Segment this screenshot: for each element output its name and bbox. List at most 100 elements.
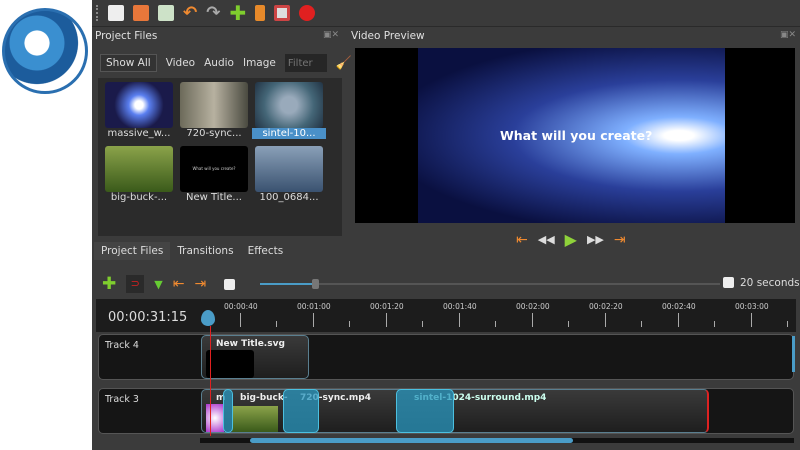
panel-float-close-icons[interactable]: ▣✕: [323, 30, 339, 40]
clip-thumbnail: [206, 404, 224, 432]
track-3: Track 3 m big-buck- 720-sync.mp4 sintel-…: [98, 388, 794, 434]
file-label: 100_0684...: [259, 192, 319, 203]
timeline-toolbar: ✚ ⊃ ▼ ⇤ ⇥: [102, 274, 236, 294]
open-project-icon[interactable]: [133, 5, 149, 21]
preview-overlay-text: What will you create?: [500, 128, 653, 143]
file-label: 720-sync...: [186, 128, 242, 139]
ruler-tick: [276, 321, 277, 327]
play-icon[interactable]: ▶: [565, 230, 577, 249]
zoom-slider[interactable]: [260, 279, 720, 289]
ruler-tick: [240, 313, 241, 327]
current-time: 00:00:31:15: [108, 310, 188, 325]
jump-start-icon[interactable]: ⇤: [516, 232, 528, 248]
clear-filter-broom-icon[interactable]: 🧹: [336, 56, 352, 71]
toolbar-grip[interactable]: [96, 5, 99, 21]
ruler-tick: [605, 313, 606, 327]
ruler-label: 00:00:40: [224, 302, 258, 311]
filter-audio[interactable]: Audio: [204, 57, 234, 69]
video-frame: What will you create?: [418, 48, 725, 223]
playhead-line: [210, 326, 211, 436]
tab-project-files[interactable]: Project Files: [94, 242, 171, 260]
file-thumbnail: [105, 146, 173, 192]
ruler-tick: [714, 321, 715, 327]
file-item[interactable]: What will you create? New Title...: [177, 146, 251, 203]
panel-title-project-files: Project Files: [95, 30, 158, 42]
horizontal-scrollbar[interactable]: [200, 438, 794, 443]
transition[interactable]: [396, 389, 454, 433]
ruler-label: 00:02:40: [662, 302, 696, 311]
file-thumbnail: [105, 82, 173, 128]
tab-effects[interactable]: Effects: [241, 242, 291, 260]
file-label: sintel-10...: [252, 128, 326, 139]
fast-forward-icon[interactable]: ▶▶: [587, 233, 604, 246]
track-name: Track 4: [105, 340, 139, 351]
file-thumbnail: What will you create?: [180, 146, 248, 192]
file-item[interactable]: massive_w...: [102, 82, 176, 139]
ruler-tick: [422, 321, 423, 327]
ruler-tick: [787, 321, 788, 327]
ruler-label: 00:02:00: [516, 302, 550, 311]
undo-icon[interactable]: ↶: [183, 3, 197, 23]
clip-label: New Title.svg: [216, 339, 285, 349]
clip-group[interactable]: m big-buck- 720-sync.mp4 sintel-1024-sur…: [201, 389, 709, 433]
files-grid: massive_w... 720-sync... sintel-10... bi…: [98, 78, 342, 236]
snap-magnet-icon[interactable]: ⊃: [126, 275, 145, 293]
file-item[interactable]: big-buck-...: [102, 146, 176, 203]
jump-end-icon[interactable]: ⇥: [614, 232, 626, 248]
filter-show-all[interactable]: Show All: [100, 54, 157, 72]
add-marker-icon[interactable]: ▼: [154, 278, 162, 291]
add-track-icon[interactable]: ✚: [102, 274, 116, 294]
playback-controls: ⇤ ◀◀ ▶ ▶▶ ⇥: [516, 230, 626, 249]
tab-transitions[interactable]: Transitions: [170, 242, 240, 260]
file-item-selected[interactable]: sintel-10...: [252, 82, 326, 139]
openshot-window: ↶ ↷ ✚ Project Files ▣✕ Show All Video Au…: [92, 0, 800, 450]
filter-input[interactable]: [284, 54, 327, 72]
filter-video[interactable]: Video: [166, 57, 195, 69]
openshot-logo: [2, 8, 88, 94]
previous-marker-icon[interactable]: ⇤: [173, 276, 185, 292]
panel-float-close-icons[interactable]: ▣✕: [780, 30, 796, 40]
file-label: big-buck-...: [110, 192, 168, 203]
rewind-icon[interactable]: ◀◀: [538, 233, 555, 246]
ruler-label: 00:03:00: [735, 302, 769, 311]
choose-profile-icon[interactable]: [255, 5, 266, 21]
fullscreen-icon[interactable]: [274, 5, 291, 21]
zoom-in-icon[interactable]: [723, 277, 734, 288]
save-project-icon[interactable]: [158, 5, 174, 21]
zoom-slider-handle[interactable]: [312, 279, 320, 289]
ruler-label: 00:01:20: [370, 302, 404, 311]
horizontal-scrollbar-thumb[interactable]: [250, 438, 573, 443]
clip-thumbnail: [206, 350, 254, 378]
video-preview-area: What will you create?: [355, 48, 795, 223]
ruler-label: 00:01:40: [443, 302, 477, 311]
ruler-tick: [532, 313, 533, 327]
redo-icon[interactable]: ↷: [206, 3, 220, 23]
bottom-tabs: Project Files Transitions Effects: [94, 242, 290, 260]
clip-label: big-buck-: [240, 393, 288, 403]
playhead-handle[interactable]: [201, 310, 215, 326]
ruler-tick: [349, 321, 350, 327]
zoom-scale-label: 20 seconds: [740, 277, 800, 289]
ruler-label: 00:01:00: [297, 302, 331, 311]
next-marker-icon[interactable]: ⇥: [194, 276, 206, 292]
main-toolbar: ↶ ↷ ✚: [92, 0, 800, 27]
transition[interactable]: [283, 389, 319, 433]
clip-new-title[interactable]: New Title.svg: [201, 335, 309, 379]
file-thumbnail: [180, 82, 248, 128]
file-label: massive_w...: [107, 128, 171, 139]
import-files-icon[interactable]: ✚: [230, 1, 247, 25]
file-item[interactable]: 100_0684...: [252, 146, 326, 203]
zoom-slider-fill: [260, 283, 316, 285]
transition[interactable]: [223, 389, 233, 433]
zoom-out-icon[interactable]: [224, 278, 236, 290]
export-video-icon[interactable]: [299, 5, 316, 21]
panel-title-video-preview: Video Preview: [351, 30, 425, 42]
ruler-tick: [459, 313, 460, 327]
filter-image[interactable]: Image: [243, 57, 276, 69]
ruler-label: 00:02:20: [589, 302, 623, 311]
vertical-scrollbar[interactable]: [792, 336, 795, 372]
clip-thumbnail: [232, 406, 278, 432]
new-project-icon[interactable]: [108, 5, 124, 21]
file-item[interactable]: 720-sync...: [177, 82, 251, 139]
track-name: Track 3: [105, 394, 139, 405]
